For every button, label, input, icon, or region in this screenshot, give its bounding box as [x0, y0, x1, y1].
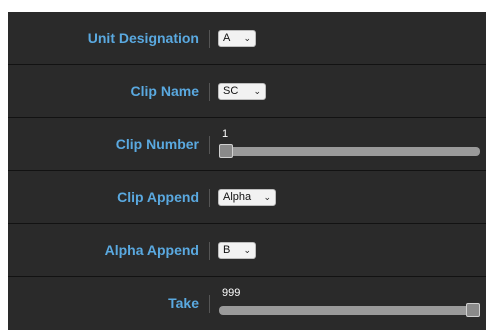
alpha-append-value: B	[223, 244, 231, 256]
chevron-down-icon: ⌄	[263, 192, 271, 202]
unit-designation-label: Unit Designation	[87, 30, 199, 46]
row-clip-append: Clip Append Alpha ⌄	[8, 171, 486, 224]
take-label: Take	[168, 295, 199, 311]
clip-number-slider-thumb[interactable]	[219, 144, 233, 158]
divider	[209, 189, 210, 207]
unit-designation-select[interactable]: A ⌄	[218, 30, 256, 47]
row-take: Take 999	[8, 277, 486, 330]
take-value: 999	[222, 287, 241, 299]
row-alpha-append: Alpha Append B ⌄	[8, 224, 486, 277]
row-unit-designation: Unit Designation A ⌄	[8, 12, 486, 65]
alpha-append-select[interactable]: B ⌄	[218, 242, 256, 259]
clip-name-select[interactable]: SC ⌄	[218, 83, 266, 100]
chevron-down-icon: ⌄	[243, 245, 251, 255]
clip-name-value: SC	[223, 85, 239, 97]
clip-number-label: Clip Number	[115, 136, 199, 152]
settings-panel: Unit Designation A ⌄ Clip Name SC ⌄ Clip…	[8, 12, 486, 330]
chevron-down-icon: ⌄	[253, 86, 261, 96]
clip-append-label: Clip Append	[117, 189, 199, 205]
alpha-append-label: Alpha Append	[104, 242, 199, 258]
chevron-down-icon: ⌄	[243, 33, 251, 43]
divider	[209, 295, 210, 313]
clip-append-select[interactable]: Alpha ⌄	[218, 189, 276, 206]
divider	[209, 136, 210, 154]
clip-number-slider-track[interactable]	[219, 144, 480, 158]
divider	[209, 83, 210, 101]
unit-designation-value: A	[223, 32, 231, 44]
row-clip-number: Clip Number 1	[8, 118, 486, 171]
divider	[209, 30, 210, 48]
take-slider-track[interactable]	[219, 303, 480, 317]
row-clip-name: Clip Name SC ⌄	[8, 65, 486, 118]
divider	[209, 242, 210, 260]
clip-number-value: 1	[222, 128, 229, 140]
take-slider-thumb[interactable]	[466, 303, 480, 317]
clip-append-value: Alpha	[223, 191, 252, 203]
clip-name-label: Clip Name	[130, 83, 199, 99]
